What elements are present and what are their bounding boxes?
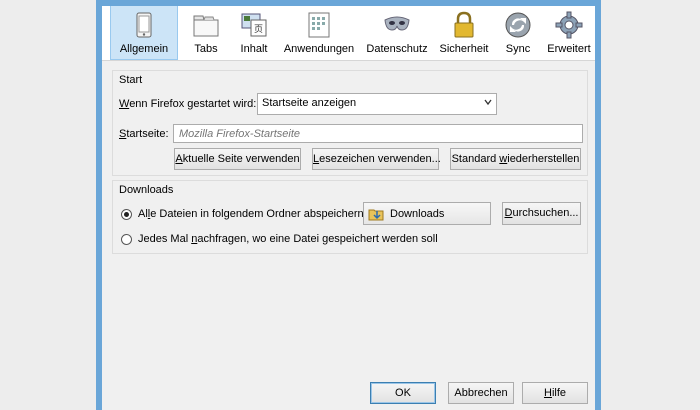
privacy-mask-icon: [382, 10, 412, 40]
save-to-folder-radio[interactable]: [121, 209, 132, 220]
startup-select-value: Startseite anzeigen: [262, 97, 357, 109]
tabs-icon: [191, 10, 221, 40]
restore-default-button[interactable]: Standard wiederherstellen: [450, 148, 581, 170]
preferences-toolbar: Allgemein Tabs 页 Inhalt Anwendungen Date…: [102, 6, 595, 61]
always-ask-radio[interactable]: [121, 234, 132, 245]
tab-advanced-label: Erweitert: [547, 43, 591, 55]
tab-sync-label: Sync: [505, 43, 531, 55]
preferences-dialog: Allgemein Tabs 页 Inhalt Anwendungen Date…: [102, 6, 595, 410]
start-group-title: Start: [119, 74, 143, 86]
save-to-folder-label: Alle Dateien in folgendem Ordner abspeic…: [138, 208, 367, 220]
homepage-label: Startseite:: [119, 128, 169, 140]
downloads-group-title: Downloads: [119, 184, 174, 196]
content-icon: 页: [239, 10, 269, 40]
startup-label: Wenn Firefox gestartet wird:: [119, 98, 257, 110]
sync-icon: [503, 10, 533, 40]
tab-sync[interactable]: Sync: [498, 6, 538, 60]
download-folder-field[interactable]: Downloads: [363, 202, 491, 225]
startup-select[interactable]: Startseite anzeigen: [257, 93, 497, 115]
tab-security-label: Sicherheit: [439, 43, 489, 55]
folder-icon: [368, 209, 384, 221]
security-lock-icon: [449, 10, 479, 40]
help-button[interactable]: Hilfe: [522, 382, 588, 404]
tab-security[interactable]: Sicherheit: [434, 6, 494, 60]
ok-button[interactable]: OK: [370, 382, 436, 404]
download-folder-value: Downloads: [390, 208, 445, 220]
tab-privacy-label: Datenschutz: [366, 43, 428, 55]
tab-applications[interactable]: Anwendungen: [280, 6, 358, 60]
tab-applications-label: Anwendungen: [283, 43, 355, 55]
use-current-page-button[interactable]: Aktuelle Seite verwenden: [174, 148, 301, 170]
tab-content-label: Inhalt: [240, 43, 268, 55]
downloads-group: Downloads Alle Dateien in folgendem Ordn…: [112, 180, 588, 254]
tab-content[interactable]: 页 Inhalt: [232, 6, 276, 60]
tab-privacy[interactable]: Datenschutz: [364, 6, 430, 60]
tab-tabs[interactable]: Tabs: [182, 6, 230, 60]
tab-tabs-label: Tabs: [194, 43, 218, 55]
tab-advanced[interactable]: Erweitert: [544, 6, 594, 60]
advanced-gear-icon: [554, 10, 584, 40]
general-icon: [129, 10, 159, 40]
cancel-button[interactable]: Abbrechen: [448, 382, 514, 404]
applications-icon: [304, 10, 334, 40]
use-bookmark-button[interactable]: Lesezeichen verwenden...: [312, 148, 441, 170]
always-ask-label: Jedes Mal nachfragen, wo eine Datei gesp…: [138, 233, 438, 245]
tab-general-label: Allgemein: [119, 43, 169, 55]
svg-text:页: 页: [254, 24, 263, 35]
start-group: Start Wenn Firefox gestartet wird: Start…: [112, 70, 588, 176]
chevron-down-icon: [484, 99, 492, 106]
browse-button[interactable]: Durchsuchen...: [502, 202, 581, 225]
tab-general[interactable]: Allgemein: [110, 6, 178, 60]
preferences-window: Allgemein Tabs 页 Inhalt Anwendungen Date…: [96, 0, 601, 410]
homepage-input[interactable]: [173, 124, 583, 143]
